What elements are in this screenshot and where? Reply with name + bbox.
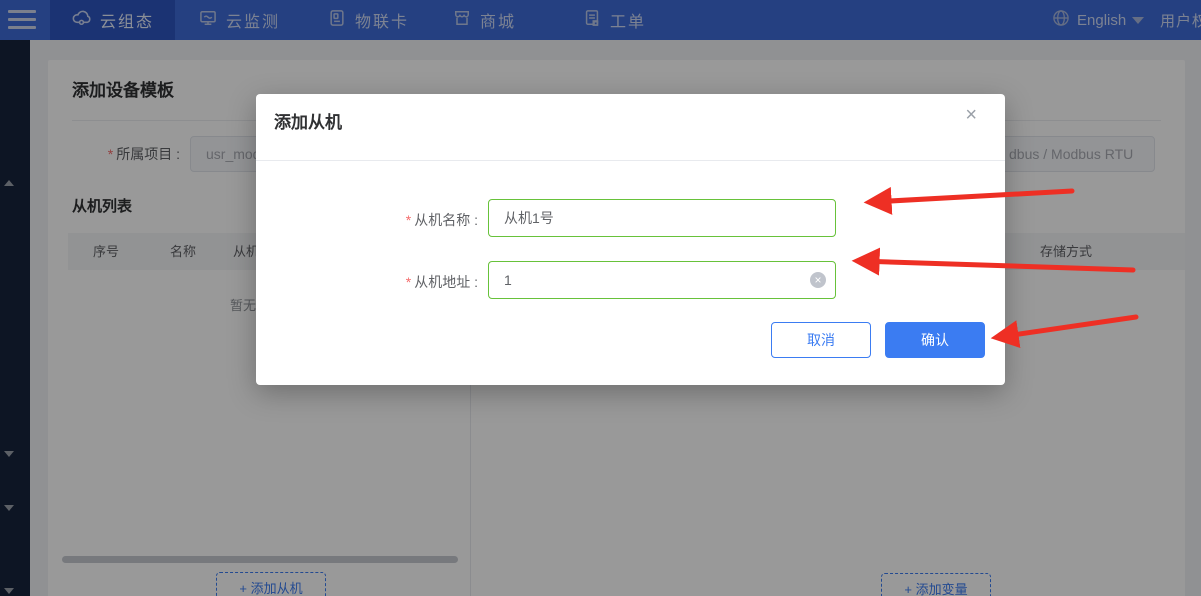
required-mark: * (406, 212, 411, 228)
confirm-button[interactable]: 确认 (885, 322, 985, 358)
dialog-title: 添加从机 (274, 108, 342, 133)
slave-address-input[interactable] (488, 261, 836, 299)
required-mark: * (406, 274, 411, 290)
slave-name-label: *从机名称 : (256, 210, 478, 230)
app-window: 云组态 云监测 物联卡 (0, 0, 1201, 596)
slave-address-field: × (488, 261, 836, 299)
add-slave-dialog: 添加从机 × *从机名称 : *从机地址 : × 取消 确认 (256, 94, 1005, 385)
clear-input-icon[interactable]: × (810, 272, 826, 288)
close-icon[interactable]: × (959, 104, 983, 126)
slave-address-label: *从机地址 : (256, 272, 478, 292)
slave-name-input[interactable] (488, 199, 836, 237)
cancel-button[interactable]: 取消 (771, 322, 871, 358)
slave-name-field (488, 199, 836, 237)
divider (256, 160, 1005, 161)
